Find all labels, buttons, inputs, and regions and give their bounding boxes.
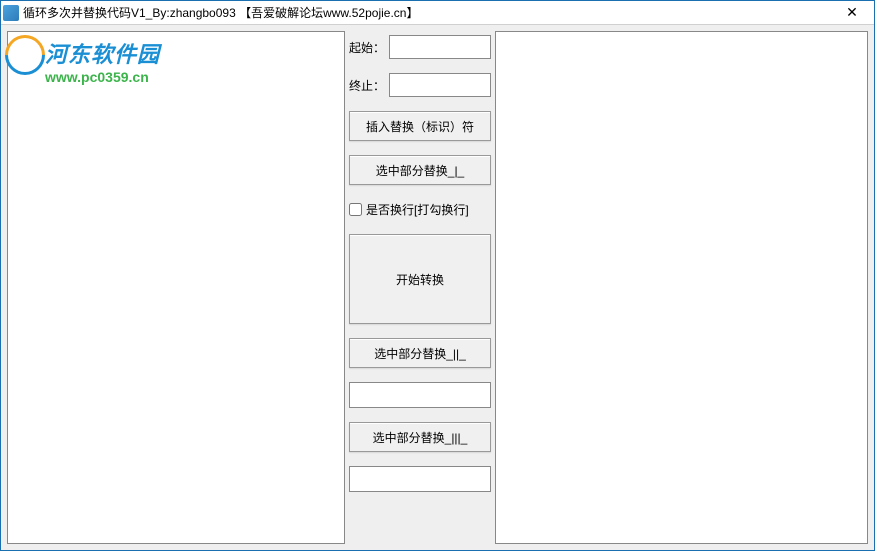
close-button[interactable]: ✕ [832,2,872,24]
start-convert-button[interactable]: 开始转换 [349,234,491,324]
end-label: 终止： [349,77,385,94]
linebreak-label[interactable]: 是否换行[打勾换行] [366,201,469,218]
replace-selected-2-button[interactable]: 选中部分替换_||_ [349,338,491,368]
start-row: 起始： [349,35,491,59]
linebreak-row: 是否换行[打勾换行] [349,199,491,220]
replace-2-input[interactable] [349,382,491,408]
right-output-textarea[interactable] [495,31,868,544]
end-input[interactable] [389,73,491,97]
left-source-textarea[interactable] [7,31,345,544]
replace-selected-3-button[interactable]: 选中部分替换_|||_ [349,422,491,452]
end-row: 终止： [349,73,491,97]
insert-marker-button[interactable]: 插入替换（标识）符 [349,111,491,141]
middle-control-panel: 起始： 终止： 插入替换（标识）符 选中部分替换_|_ 是否换行[打勾换行] 开… [349,31,491,544]
start-input[interactable] [389,35,491,59]
replace-selected-1-button[interactable]: 选中部分替换_|_ [349,155,491,185]
replace-3-input[interactable] [349,466,491,492]
app-icon [3,5,19,21]
titlebar: 循环多次并替换代码V1_By:zhangbo093 【吾爱破解论坛www.52p… [1,1,874,25]
start-label: 起始： [349,39,385,56]
linebreak-checkbox[interactable] [349,203,362,216]
window-title: 循环多次并替换代码V1_By:zhangbo093 【吾爱破解论坛www.52p… [23,4,832,21]
client-area: 河东软件园 www.pc0359.cn 起始： 终止： 插入替换（标识）符 选中… [1,25,874,550]
main-window: 循环多次并替换代码V1_By:zhangbo093 【吾爱破解论坛www.52p… [0,0,875,551]
